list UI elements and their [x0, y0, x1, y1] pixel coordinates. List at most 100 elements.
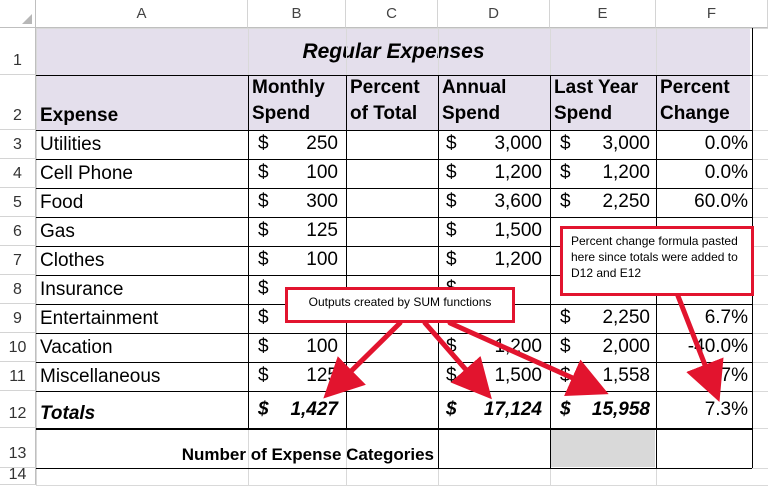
expense-name[interactable]: Miscellaneous [36, 362, 248, 391]
grid-line [36, 333, 752, 334]
annual-currency: $ [446, 133, 457, 154]
row-header-11[interactable]: 11 [0, 362, 36, 391]
header-expense[interactable]: Expense [36, 75, 248, 130]
grid-line [36, 28, 37, 485]
expense-name[interactable]: Gas [36, 217, 248, 246]
last-year-spend-value[interactable]: 3,000 [572, 133, 650, 155]
monthly-currency: $ [258, 365, 269, 386]
last-year-spend-value[interactable]: 1,558 [572, 365, 650, 387]
expense-name[interactable]: Clothes [36, 246, 248, 275]
annual-spend-value[interactable]: 1,500 [460, 365, 542, 387]
column-header-a[interactable]: A [36, 0, 248, 28]
row-header-12[interactable]: 12 [0, 391, 36, 428]
row-header-1[interactable]: 1 [0, 28, 36, 75]
expense-name[interactable]: Food [36, 188, 248, 217]
last-year-spend-value[interactable]: 2,250 [572, 191, 650, 213]
header-percent-change[interactable]: Percent Change [656, 75, 752, 130]
header-percent-of-total[interactable]: Percent of Total [346, 75, 438, 130]
monthly-currency: $ [258, 191, 269, 212]
percent-change-value[interactable]: 6.7% [660, 307, 748, 329]
monthly-currency: $ [258, 133, 269, 154]
expense-name[interactable]: Vacation [36, 333, 248, 362]
expense-name[interactable]: Entertainment [36, 304, 248, 333]
expense-name[interactable]: Cell Phone [36, 159, 248, 188]
totals-annual-value[interactable]: 17,124 [460, 399, 542, 421]
column-header-d[interactable]: D [438, 0, 550, 28]
totals-last-year-value[interactable]: 15,958 [572, 399, 650, 421]
row-header-6[interactable]: 6 [0, 217, 36, 246]
annual-spend-value[interactable]: 1,500 [460, 220, 542, 242]
annual-spend-value[interactable]: 3,600 [460, 191, 542, 213]
totals-monthly-currency: $ [258, 399, 269, 420]
row-header-2[interactable]: 2 [0, 75, 36, 130]
grid-line [438, 428, 439, 468]
percent-change-value[interactable]: 60.0% [660, 191, 748, 213]
last-year-spend-value[interactable]: 2,000 [572, 336, 650, 358]
title-cell[interactable]: Regular Expenses [37, 29, 750, 75]
annual-currency: $ [446, 162, 457, 183]
e13-gray-cell[interactable] [551, 429, 655, 467]
last-year-currency: $ [560, 365, 571, 386]
last-year-spend-value[interactable]: 1,200 [572, 162, 650, 184]
row-header-10[interactable]: 10 [0, 333, 36, 362]
last-year-currency: $ [560, 336, 571, 357]
percent-change-value[interactable]: 0.0% [660, 162, 748, 184]
column-header-c[interactable]: C [346, 0, 438, 28]
select-all-corner[interactable] [0, 0, 36, 28]
percent-change-value[interactable]: 0.0% [660, 133, 748, 155]
grid-line [36, 428, 752, 430]
monthly-spend-value[interactable]: 125 [270, 365, 338, 387]
grid-line [36, 159, 752, 160]
row-header-14[interactable]: 14 [0, 466, 36, 485]
annual-spend-value[interactable]: 3,000 [460, 133, 542, 155]
annual-currency: $ [446, 249, 457, 270]
row-header-13[interactable]: 13 [0, 428, 36, 468]
last-year-currency: $ [560, 191, 571, 212]
monthly-currency: $ [258, 249, 269, 270]
row-header-3[interactable]: 3 [0, 130, 36, 159]
annual-spend-value[interactable]: 1,200 [460, 249, 542, 271]
last-year-currency: $ [560, 162, 571, 183]
annual-currency: $ [446, 220, 457, 241]
column-header-f[interactable]: F [656, 0, 768, 28]
monthly-currency: $ [258, 278, 269, 299]
monthly-spend-value[interactable]: 100 [270, 162, 338, 184]
row-header-7[interactable]: 7 [0, 246, 36, 275]
annual-spend-value[interactable]: 1,200 [460, 336, 542, 358]
grid-line [550, 75, 551, 429]
monthly-spend-value[interactable]: 250 [270, 133, 338, 155]
monthly-currency: $ [258, 162, 269, 183]
grid-line [346, 75, 347, 429]
header-annual-line1: Annual [442, 77, 507, 98]
monthly-spend-value[interactable]: 100 [270, 336, 338, 358]
row-header-8[interactable]: 8 [0, 275, 36, 304]
last-year-spend-value[interactable]: 2,250 [572, 307, 650, 329]
monthly-spend-value[interactable]: 125 [270, 220, 338, 242]
grid-line [752, 428, 753, 468]
annual-currency: $ [446, 365, 457, 386]
monthly-spend-value[interactable]: 300 [270, 191, 338, 213]
sheet-title: Regular Expenses [302, 40, 485, 63]
expense-name[interactable]: Utilities [36, 130, 248, 159]
grid-line [36, 75, 752, 76]
annual-spend-value[interactable]: 1,200 [460, 162, 542, 184]
expense-categories-label[interactable]: Number of Expense Categories [36, 428, 438, 468]
totals-label[interactable]: Totals [36, 391, 248, 428]
percent-change-value[interactable]: -3.7% [660, 365, 748, 387]
row-header-9[interactable]: 9 [0, 304, 36, 333]
header-annual-spend[interactable]: Annual Spend [438, 75, 550, 130]
grid-line [36, 362, 752, 363]
monthly-spend-value[interactable]: 100 [270, 249, 338, 271]
header-monthly-spend[interactable]: Monthly Spend [248, 75, 346, 130]
row-header-5[interactable]: 5 [0, 188, 36, 217]
totals-annual-currency: $ [446, 399, 457, 420]
column-header-b[interactable]: B [248, 0, 346, 28]
expense-name[interactable]: Insurance [36, 275, 248, 304]
totals-percent-change[interactable]: 7.3% [660, 399, 748, 421]
percent-change-value[interactable]: -40.0% [660, 336, 748, 358]
totals-monthly-value[interactable]: 1,427 [270, 399, 338, 421]
row-header-4[interactable]: 4 [0, 159, 36, 188]
column-header-e[interactable]: E [550, 0, 656, 28]
header-last-year-spend[interactable]: Last Year Spend [550, 75, 656, 130]
header-ly-line1: Last Year [554, 77, 639, 98]
